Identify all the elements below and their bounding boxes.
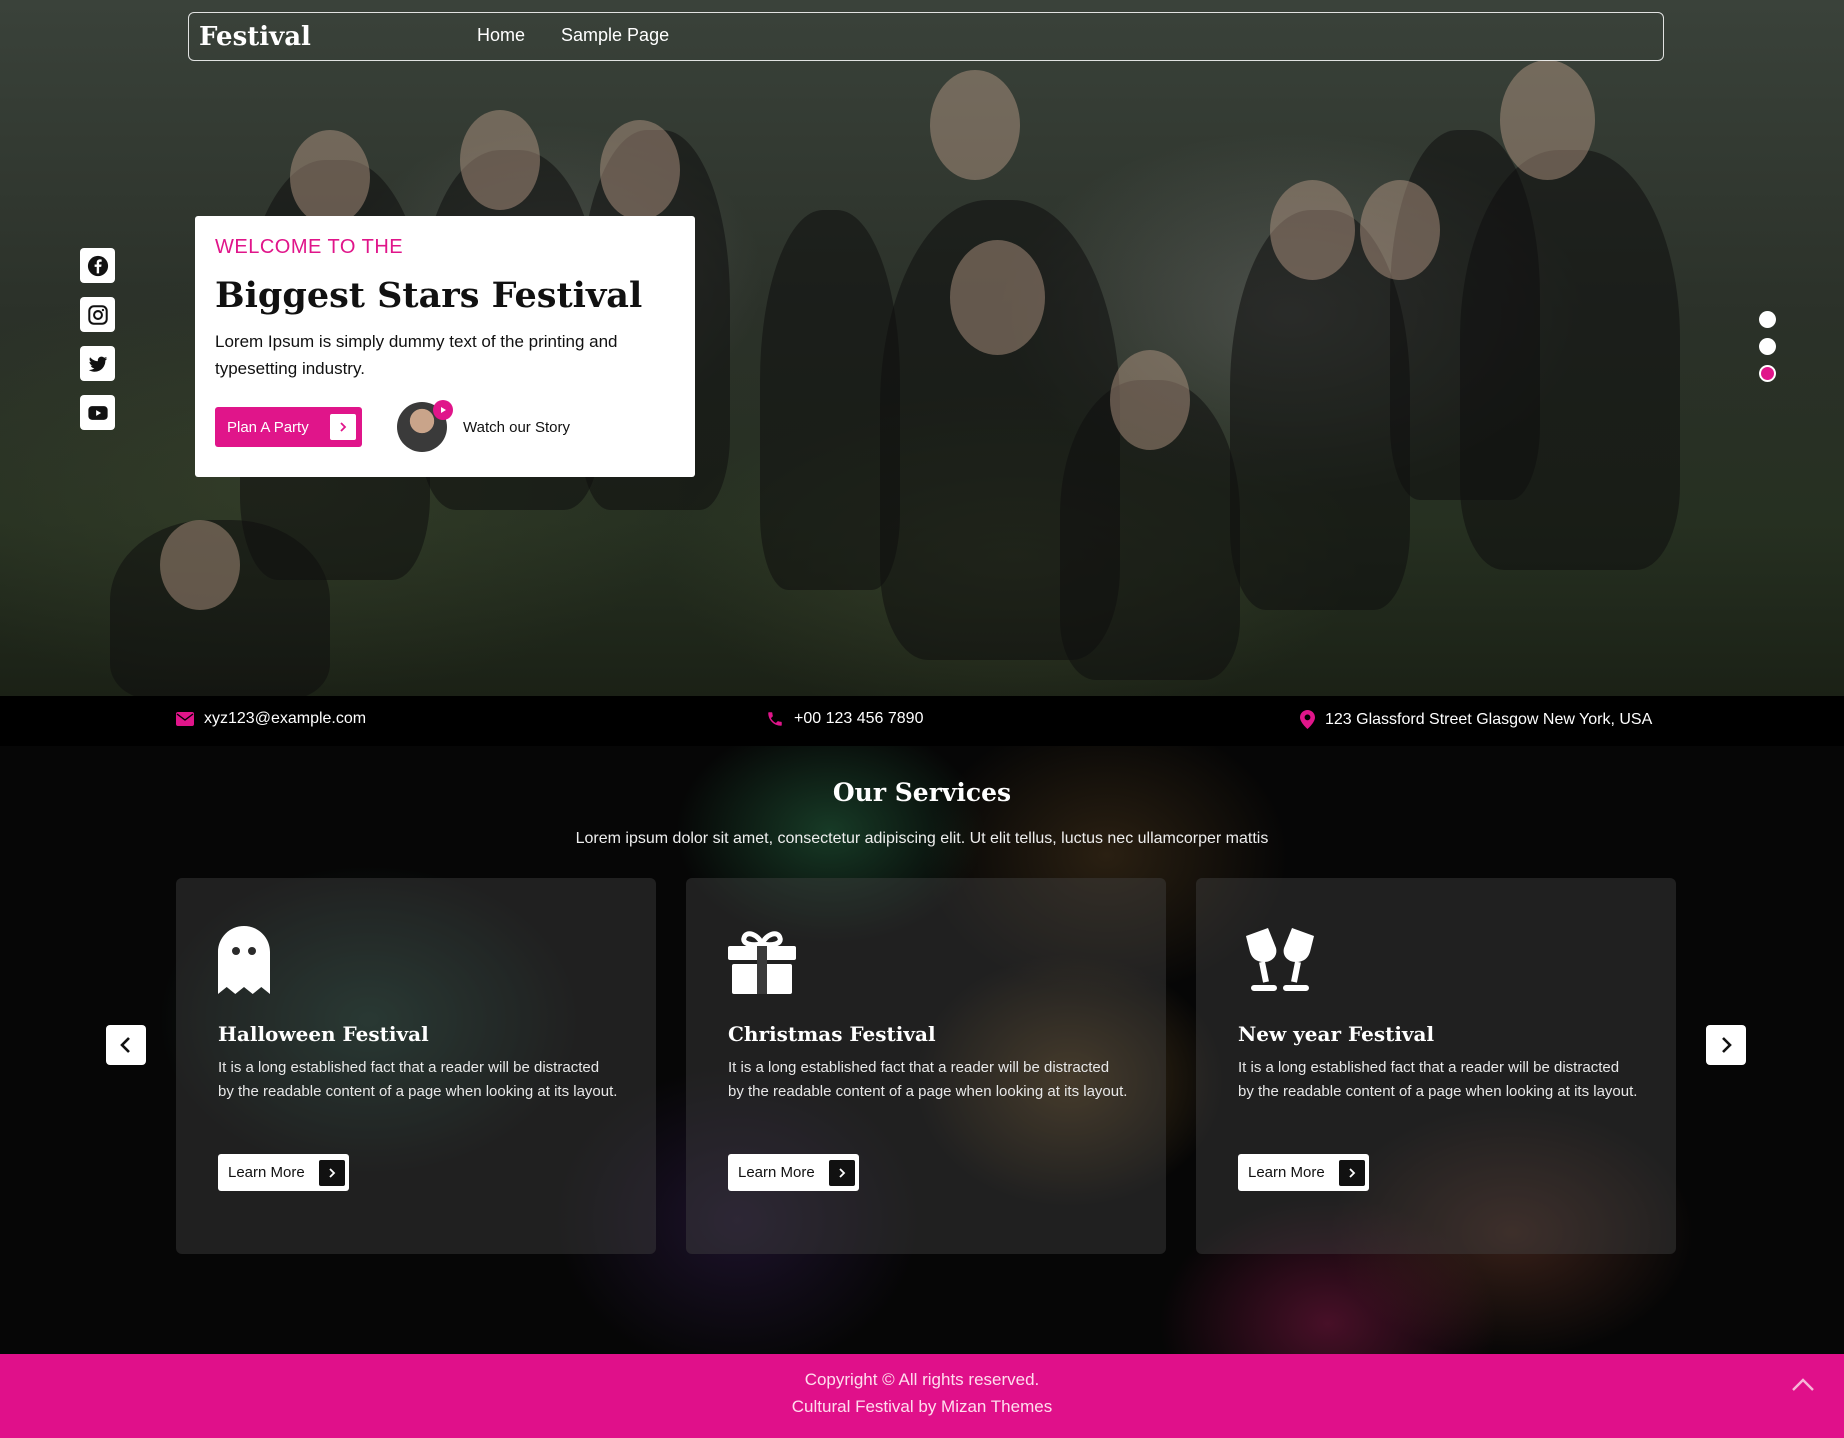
carousel-prev-button[interactable] — [106, 1025, 146, 1065]
chevron-right-icon — [828, 1159, 855, 1186]
service-card-text: It is a long established fact that a rea… — [1238, 1059, 1638, 1100]
instagram-icon — [87, 304, 108, 325]
facebook-icon — [87, 255, 108, 276]
chevron-left-icon — [120, 1037, 130, 1053]
glasses-cheers-icon — [1238, 926, 1322, 999]
plan-a-party-label: Plan A Party — [227, 418, 309, 436]
hero-text: Lorem Ipsum is simply dummy text of the … — [215, 332, 618, 378]
site-footer: Copyright © All rights reserved. Cultura… — [0, 1354, 1844, 1438]
chevron-right-icon — [330, 414, 356, 440]
youtube-icon — [87, 405, 108, 420]
nav-links: Home Sample Page — [477, 25, 669, 46]
service-card-title: Halloween Festival — [218, 1022, 429, 1046]
contact-phone[interactable]: +00 123 456 7890 — [766, 710, 923, 728]
services-title: Our Services — [832, 778, 1012, 807]
hero-card: WELCOME TO THE Biggest Stars Festival Lo… — [195, 216, 695, 477]
contact-email-text: xyz123@example.com — [204, 710, 367, 727]
footer-credit[interactable]: Cultural Festival by Mizan Themes — [0, 1397, 1844, 1417]
story-avatar — [397, 400, 453, 452]
hero-kicker: WELCOME TO THE — [215, 236, 404, 258]
envelope-icon — [176, 712, 194, 726]
service-card-title: New year Festival — [1238, 1022, 1435, 1046]
slider-dot-3[interactable] — [1759, 365, 1776, 382]
twitter-icon — [88, 356, 107, 372]
learn-more-label: Learn More — [228, 1164, 305, 1181]
nav-link-sample-page[interactable]: Sample Page — [561, 25, 669, 46]
contact-address[interactable]: 123 Glassford Street Glasgow New York, U… — [1300, 710, 1652, 729]
contact-address-text: 123 Glassford Street Glasgow New York, U… — [1325, 710, 1653, 728]
service-card-text: It is a long established fact that a rea… — [728, 1059, 1128, 1100]
nav-link-home[interactable]: Home — [477, 25, 525, 46]
watch-story-link[interactable]: Watch our Story — [397, 400, 570, 452]
phone-icon — [768, 712, 782, 726]
watch-story-label: Watch our Story — [463, 418, 570, 436]
hero-actions: Plan A Party Watch our Story — [215, 400, 570, 452]
twitter-button[interactable] — [80, 346, 115, 381]
service-card-title: Christmas Festival — [728, 1022, 936, 1046]
chevron-right-icon — [1722, 1037, 1732, 1053]
service-card-text: It is a long established fact that a rea… — [218, 1059, 618, 1100]
service-card-new-year: New year Festival It is a long establish… — [1196, 878, 1676, 1254]
learn-more-button[interactable]: Learn More — [1238, 1154, 1369, 1191]
services-subtitle: Lorem ipsum dolor sit amet, consectetur … — [575, 830, 1269, 847]
ghost-icon — [218, 926, 270, 999]
chevron-up-icon — [1792, 1378, 1814, 1391]
learn-more-label: Learn More — [1248, 1164, 1325, 1181]
gift-icon — [728, 926, 796, 999]
slider-dots — [1759, 311, 1776, 382]
learn-more-label: Learn More — [738, 1164, 815, 1181]
contact-phone-text: +00 123 456 7890 — [794, 710, 924, 727]
chevron-right-icon — [1338, 1159, 1365, 1186]
youtube-button[interactable] — [80, 395, 115, 430]
map-marker-icon — [1300, 710, 1315, 729]
carousel-next-button[interactable] — [1706, 1025, 1746, 1065]
facebook-button[interactable] — [80, 248, 115, 283]
chevron-right-icon — [318, 1159, 345, 1186]
scroll-to-top-button[interactable] — [1790, 1372, 1816, 1398]
service-card-halloween: Halloween Festival It is a long establis… — [176, 878, 656, 1254]
footer-copyright: Copyright © All rights reserved. — [804, 1370, 1040, 1389]
contact-bar: xyz123@example.com +00 123 456 7890 123 … — [0, 696, 1844, 746]
hero-title: Biggest Stars Festival — [215, 275, 643, 316]
site-logo[interactable]: Festival — [199, 22, 311, 52]
learn-more-button[interactable]: Learn More — [728, 1154, 859, 1191]
slider-dot-1[interactable] — [1759, 311, 1776, 328]
service-card-christmas: Christmas Festival It is a long establis… — [686, 878, 1166, 1254]
plan-a-party-button[interactable]: Plan A Party — [215, 407, 362, 447]
play-icon — [433, 400, 453, 420]
contact-email[interactable]: xyz123@example.com — [176, 710, 366, 728]
instagram-button[interactable] — [80, 297, 115, 332]
slider-dot-2[interactable] — [1759, 338, 1776, 355]
learn-more-button[interactable]: Learn More — [218, 1154, 349, 1191]
services-section: Our Services Lorem ipsum dolor sit amet,… — [0, 746, 1844, 1354]
social-links — [80, 248, 115, 430]
main-navbar: Festival Home Sample Page — [188, 12, 1664, 61]
hero-slider: Festival Home Sample Page WELCOME TO THE… — [0, 0, 1844, 696]
